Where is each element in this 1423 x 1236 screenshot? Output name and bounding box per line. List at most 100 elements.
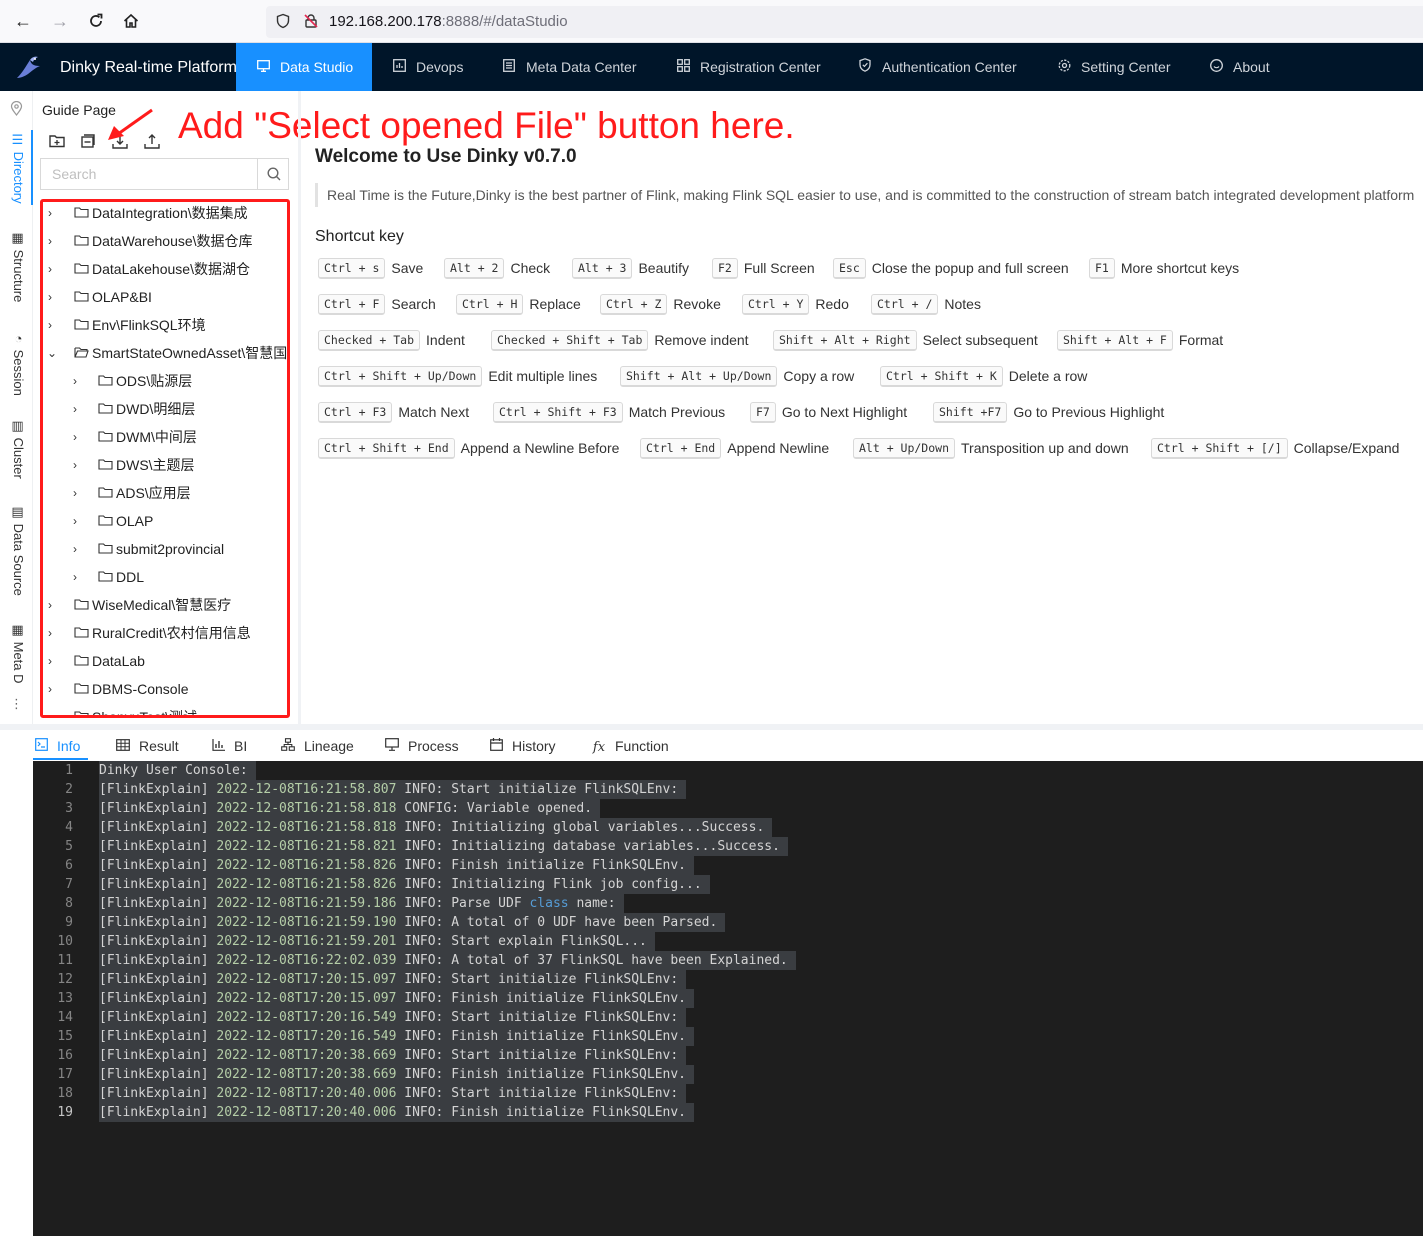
url-text[interactable]: 192.168.200.178:8888/#/dataStudio (329, 13, 568, 31)
tree-node-expanded[interactable]: ⌄ SmartStateOwnedAsset\智慧国资 (43, 340, 287, 368)
shortcut-key: Shift + Alt + F (1057, 330, 1173, 351)
insecure-lock-icon[interactable] (302, 13, 320, 31)
shortcut-desc: Check (510, 260, 551, 276)
shortcut-key: Ctrl + Shift + F3 (493, 402, 623, 423)
tab-lineage[interactable]: Lineage (280, 738, 354, 755)
tab-info[interactable]: Info (33, 738, 80, 755)
chevron-right-icon[interactable]: › (48, 235, 60, 247)
folder-icon (74, 235, 89, 246)
url-path: :8888/#/dataStudio (441, 13, 568, 30)
menu-authentication-center[interactable]: Authentication Center (858, 43, 1017, 91)
chevron-right-icon[interactable]: › (48, 655, 60, 667)
search-input[interactable] (41, 159, 257, 189)
folder-icon (98, 487, 113, 498)
chevron-right-icon[interactable]: › (48, 599, 60, 611)
collapse-all-icon[interactable] (79, 132, 97, 150)
location-pin-icon[interactable] (10, 101, 23, 116)
tree-node[interactable]: › DWS\主题层 (43, 452, 287, 480)
chevron-down-icon[interactable]: ⌄ (47, 347, 59, 359)
tree-node[interactable]: › ShanyuTest\测试 (43, 704, 287, 715)
home-icon[interactable] (120, 10, 142, 32)
menu-meta-data-center[interactable]: Meta Data Center (502, 43, 637, 91)
tree-node[interactable]: › DataLab (43, 648, 287, 676)
chevron-right-icon[interactable]: › (48, 263, 60, 275)
tab-label: Session (11, 349, 26, 396)
tab-data-source[interactable]: ▤ Data Source (8, 505, 26, 596)
tab-session[interactable]: ◔ Session (8, 331, 26, 396)
tab-bi[interactable]: BI (210, 738, 247, 755)
line-text: [FlinkExplain] 2022-12-08T17:20:16.549 I… (99, 1008, 687, 1027)
tree-node[interactable]: › RuralCredit\农村信用信息 (43, 620, 287, 648)
menu-devops[interactable]: Devops (392, 43, 463, 91)
create-folder-icon[interactable] (48, 132, 66, 150)
log-message: INFO: Initializing global variables...Su… (396, 820, 765, 835)
search-button[interactable] (257, 159, 289, 189)
tab-process[interactable]: Process (384, 738, 459, 755)
directory-tree: › DataIntegration\数据集成 › DataWarehouse\数据仓… (40, 199, 290, 718)
chevron-right-icon[interactable]: › (48, 319, 60, 331)
tab-meta-data[interactable]: ▦ Meta D (8, 623, 26, 684)
tree-node[interactable]: › ADS\应用层 (43, 480, 287, 508)
tab-cluster[interactable]: ▥ Cluster (8, 419, 26, 479)
log-message: INFO: Start initialize FlinkSQLEnv: (396, 1086, 679, 1101)
tab-function[interactable]: fx Function (591, 738, 669, 756)
chevron-right-icon[interactable]: › (48, 711, 60, 715)
tab-directory[interactable]: ☰ Directory (8, 133, 26, 204)
tree-node[interactable]: › OLAP&BI (43, 284, 287, 312)
tab-result[interactable]: Result (115, 738, 179, 755)
shield-icon[interactable] (274, 13, 292, 31)
console-line: 2 [FlinkExplain] 2022-12-08T16:21:58.807 … (33, 780, 1423, 799)
tree-node[interactable]: › WiseMedical\智慧医疗 (43, 592, 287, 620)
tree-node[interactable]: › ODS\贴源层 (43, 368, 287, 396)
chevron-right-icon[interactable]: › (73, 487, 85, 499)
tree-node[interactable]: › DataIntegration\数据集成 (43, 202, 287, 228)
tree-node[interactable]: › DataWarehouse\数据仓库 (43, 228, 287, 256)
tree-node[interactable]: › DDL (43, 564, 287, 592)
tab-structure[interactable]: ▦ Structure (8, 231, 26, 302)
console-output[interactable]: 1 Dinky User Console: 2 [FlinkExplain] 202… (33, 761, 1423, 1236)
menu-about[interactable]: About (1209, 43, 1270, 91)
chevron-right-icon[interactable]: › (73, 543, 85, 555)
tree-node-label: DWS\主题层 (116, 457, 195, 473)
shortcut-desc: Append Newline (727, 440, 830, 456)
console-line: 14 [FlinkExplain] 2022-12-08T17:20:16.549… (33, 1008, 1423, 1027)
log-message: INFO: Finish initialize FlinkSQLEnv. (396, 858, 687, 873)
chevron-right-icon[interactable]: › (73, 459, 85, 471)
menu-setting-center[interactable]: Setting Center (1057, 43, 1171, 91)
log-timestamp: 2022-12-08T16:21:58.821 (216, 839, 397, 854)
tree-node[interactable]: › OLAP (43, 508, 287, 536)
shortcut-item: Alt + Up/Down Transposition up and down (853, 438, 1129, 460)
tree-node[interactable]: › DWD\明细层 (43, 396, 287, 424)
chevron-right-icon[interactable]: › (48, 627, 60, 639)
chevron-right-icon[interactable]: › (73, 571, 85, 583)
menu-data-studio[interactable]: Data Studio (236, 43, 372, 91)
line-number: 15 (57, 1029, 73, 1044)
tree-node[interactable]: › DBMS-Console (43, 676, 287, 704)
more-icon[interactable]: ⋮ (10, 697, 23, 710)
reload-icon[interactable] (85, 10, 107, 32)
chevron-right-icon[interactable]: › (48, 207, 60, 219)
tree-node[interactable]: › Env\FlinkSQL环境 (43, 312, 287, 340)
tree-node[interactable]: › submit2provincial (43, 536, 287, 564)
menu-label: Meta Data Center (526, 59, 637, 75)
chevron-right-icon[interactable]: › (73, 375, 85, 387)
chevron-right-icon[interactable]: › (73, 403, 85, 415)
shortcut-key: Ctrl + Shift + Up/Down (318, 366, 483, 387)
folder-icon (98, 403, 113, 414)
chevron-right-icon[interactable]: › (73, 431, 85, 443)
dinky-logo-icon[interactable] (14, 54, 44, 82)
tree-node[interactable]: › DataLakehouse\数据湖仓 (43, 256, 287, 284)
back-arrow-icon[interactable]: ← (12, 10, 34, 32)
tree-node[interactable]: › DWM\中间层 (43, 424, 287, 452)
forward-arrow-icon[interactable]: → (49, 10, 71, 32)
menu-registration-center[interactable]: Registration Center (676, 43, 821, 91)
chevron-right-icon[interactable]: › (48, 291, 60, 303)
app-title: Dinky Real-time Platform (60, 59, 237, 76)
tab-history[interactable]: History (488, 738, 556, 755)
tree-node-label: SmartStateOwnedAsset\智慧国资 (92, 345, 290, 361)
folder-icon (98, 375, 113, 386)
chevron-right-icon[interactable]: › (48, 683, 60, 695)
panel-splitter[interactable] (298, 91, 301, 724)
chevron-right-icon[interactable]: › (73, 515, 85, 527)
address-bar[interactable]: 192.168.200.178:8888/#/dataStudio (266, 6, 1423, 38)
